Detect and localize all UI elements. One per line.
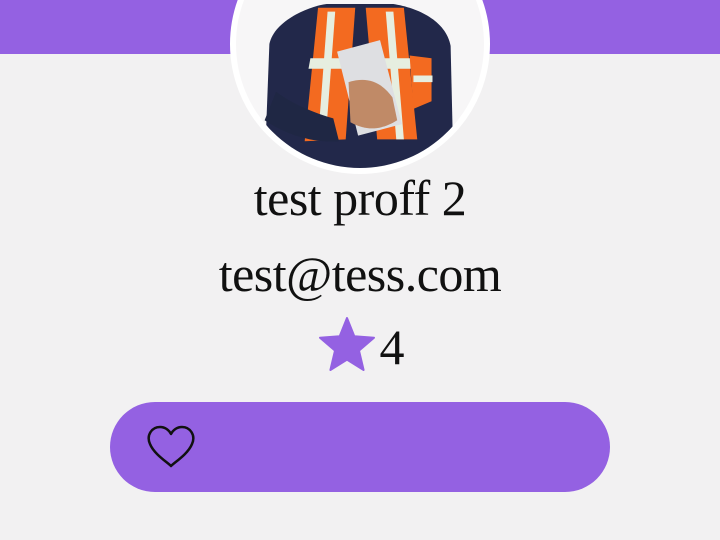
profile-email: test@tess.com bbox=[218, 246, 502, 302]
rating-value: 4 bbox=[379, 319, 405, 375]
profile-avatar bbox=[230, 0, 490, 174]
profile-rating: 4 bbox=[0, 314, 720, 376]
star-icon bbox=[318, 317, 375, 371]
profile-page: test proff 2 test@tess.com 4 bbox=[0, 0, 720, 540]
worker-avatar-image bbox=[236, 0, 484, 168]
heart-icon bbox=[147, 425, 195, 468]
favorite-button[interactable] bbox=[110, 402, 610, 492]
profile-name: test proff 2 bbox=[253, 170, 467, 226]
